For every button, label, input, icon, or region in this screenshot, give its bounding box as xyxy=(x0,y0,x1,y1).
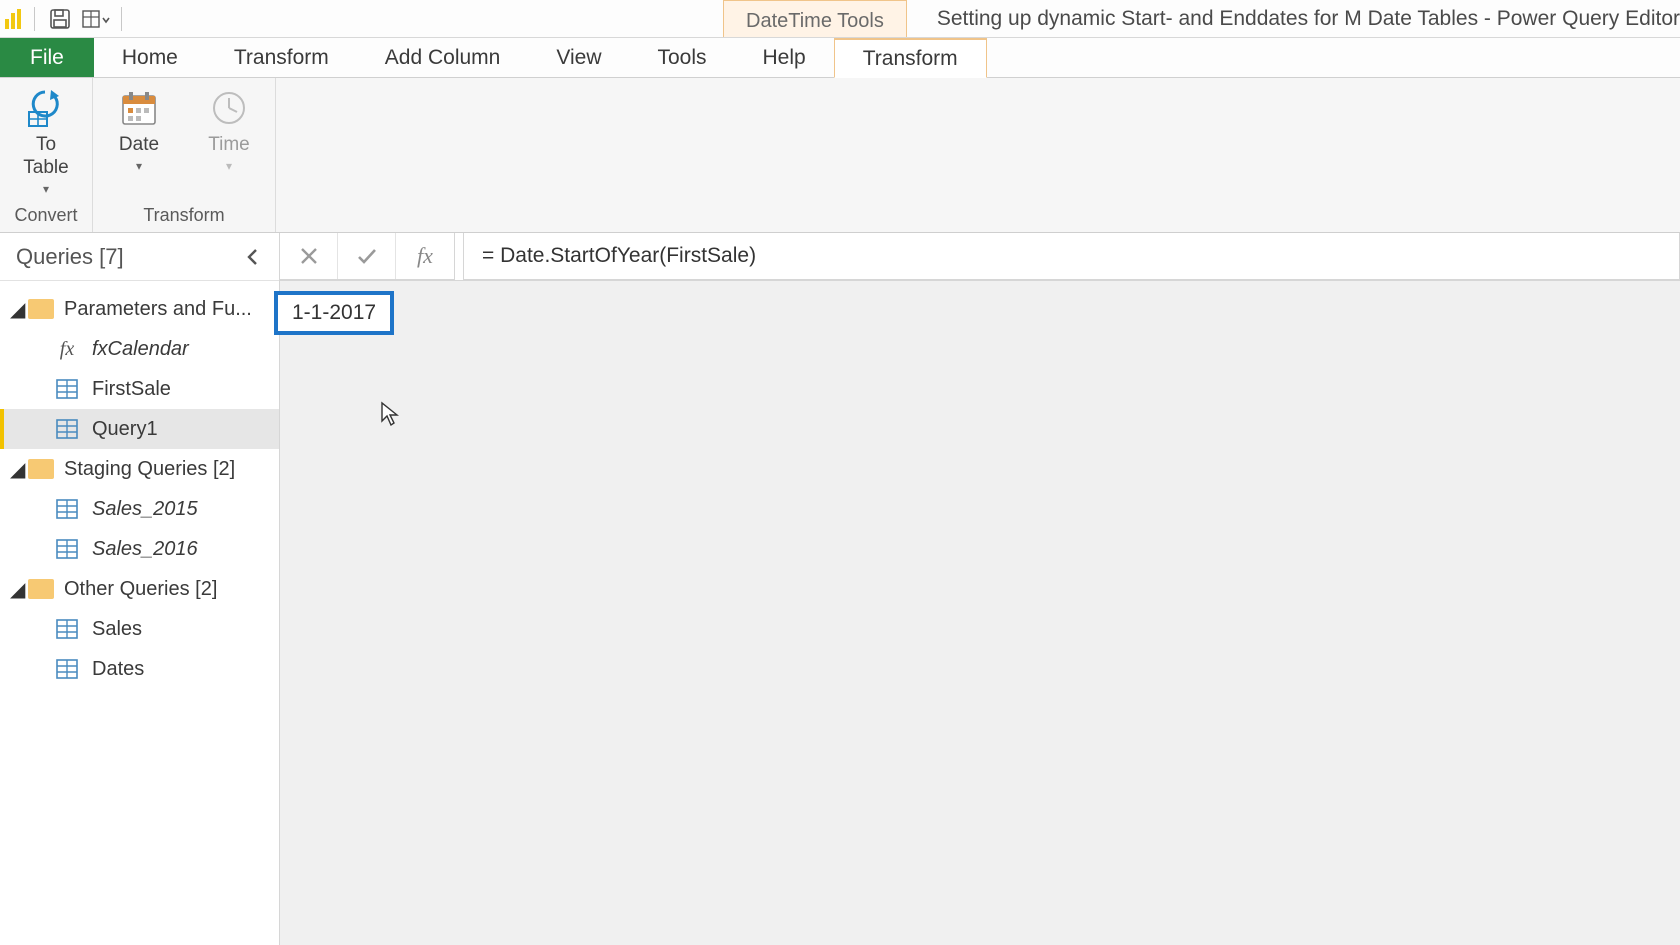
tab-datetime-transform-label: Transform xyxy=(863,47,958,71)
query-item-label: Sales xyxy=(92,618,142,641)
query-item-sales[interactable]: Sales xyxy=(0,609,279,649)
query-item-query1[interactable]: Query1 xyxy=(0,409,279,449)
queries-pane: Queries [7] ◢ Parameters and Fu... fx fx… xyxy=(0,233,280,945)
query-group-staging[interactable]: ◢ Staging Queries [2] xyxy=(0,449,279,489)
query-item-label: Sales_2015 xyxy=(92,498,198,521)
tab-file[interactable]: File xyxy=(0,38,94,77)
tab-tools[interactable]: Tools xyxy=(629,38,734,77)
queries-header-label: Queries [7] xyxy=(16,244,124,270)
tab-help[interactable]: Help xyxy=(735,38,834,77)
query-item-sales2016[interactable]: Sales_2016 xyxy=(0,529,279,569)
main-area: Queries [7] ◢ Parameters and Fu... fx fx… xyxy=(0,233,1680,945)
chevron-down-icon: ◢ xyxy=(10,577,28,602)
window-title: Setting up dynamic Start- and Enddates f… xyxy=(907,0,1680,37)
chevron-down-icon: ◢ xyxy=(10,457,28,482)
title-bar: DateTime Tools Setting up dynamic Start-… xyxy=(0,0,1680,38)
query-item-dates[interactable]: Dates xyxy=(0,649,279,689)
date-button[interactable]: Date ▾ xyxy=(103,86,175,173)
query-group-label: Parameters and Fu... xyxy=(64,298,252,321)
ribbon: To Table ▾ Convert Date ▾ Time ▾ Tran xyxy=(0,78,1680,233)
query-item-fxcalendar[interactable]: fx fxCalendar xyxy=(0,329,279,369)
table-icon xyxy=(54,498,80,520)
tab-file-label: File xyxy=(30,46,64,70)
cancel-formula-button[interactable] xyxy=(280,233,338,279)
content-area: fx = Date.StartOfYear(FirstSale) 1-1-201… xyxy=(280,233,1680,945)
tab-tools-label: Tools xyxy=(657,46,706,70)
query-item-label: Query1 xyxy=(92,418,158,441)
mouse-cursor-icon xyxy=(380,401,400,427)
ribbon-group-convert-label: Convert xyxy=(10,201,82,228)
tab-home-label: Home xyxy=(122,46,178,70)
query-item-label: Dates xyxy=(92,658,144,681)
tab-view[interactable]: View xyxy=(528,38,629,77)
formula-input[interactable]: = Date.StartOfYear(FirstSale) xyxy=(463,233,1680,280)
ribbon-group-transform-label: Transform xyxy=(103,201,265,228)
ribbon-tabs: File Home Transform Add Column View Tool… xyxy=(0,38,1680,78)
folder-icon xyxy=(28,299,54,319)
to-table-icon xyxy=(24,86,68,130)
table-icon xyxy=(54,378,80,400)
fx-button[interactable]: fx xyxy=(396,233,454,279)
table-icon xyxy=(54,538,80,560)
folder-icon xyxy=(28,459,54,479)
commit-formula-button[interactable] xyxy=(338,233,396,279)
result-preview: 1-1-2017 xyxy=(280,281,1680,945)
qat-divider-2 xyxy=(121,7,122,31)
query-item-label: FirstSale xyxy=(92,378,171,401)
tab-datetime-transform[interactable]: Transform xyxy=(834,38,987,78)
ribbon-group-transform: Date ▾ Time ▾ Transform xyxy=(93,78,276,232)
table-icon xyxy=(54,618,80,640)
tab-home[interactable]: Home xyxy=(94,38,206,77)
chevron-down-icon: ◢ xyxy=(10,297,28,322)
date-label: Date xyxy=(119,134,159,157)
collapse-pane-button[interactable] xyxy=(237,244,269,270)
query-item-label: Sales_2016 xyxy=(92,538,198,561)
function-icon: fx xyxy=(54,338,80,360)
formula-bar-buttons: fx xyxy=(280,233,455,280)
tab-transform[interactable]: Transform xyxy=(206,38,357,77)
tab-view-label: View xyxy=(556,46,601,70)
qat-divider xyxy=(34,7,35,31)
query-group-other[interactable]: ◢ Other Queries [2] xyxy=(0,569,279,609)
clock-icon xyxy=(207,86,251,130)
query-group-label: Other Queries [2] xyxy=(64,578,217,601)
queries-header: Queries [7] xyxy=(0,233,279,281)
time-dropdown-icon: ▾ xyxy=(226,159,232,173)
app-icon xyxy=(4,8,24,30)
save-button[interactable] xyxy=(45,4,75,34)
result-value: 1-1-2017 xyxy=(292,301,376,324)
date-dropdown-icon: ▾ xyxy=(136,159,142,173)
folder-icon xyxy=(28,579,54,599)
tab-add-column-label: Add Column xyxy=(385,46,501,70)
query-item-firstsale[interactable]: FirstSale xyxy=(0,369,279,409)
contextual-tab-label: DateTime Tools xyxy=(746,10,884,33)
formula-bar: fx = Date.StartOfYear(FirstSale) xyxy=(280,233,1680,281)
undo-dropdown-button[interactable] xyxy=(81,4,111,34)
to-table-button[interactable]: To Table ▾ xyxy=(10,86,82,196)
queries-tree: ◢ Parameters and Fu... fx fxCalendar Fir… xyxy=(0,281,279,697)
tab-help-label: Help xyxy=(763,46,806,70)
table-icon xyxy=(54,418,80,440)
to-table-label: To Table xyxy=(23,134,68,180)
tab-add-column[interactable]: Add Column xyxy=(357,38,529,77)
quick-access-toolbar xyxy=(0,0,130,37)
contextual-tab-header: DateTime Tools xyxy=(723,0,907,37)
tab-transform-label: Transform xyxy=(234,46,329,70)
query-item-sales2015[interactable]: Sales_2015 xyxy=(0,489,279,529)
query-item-label: fxCalendar xyxy=(92,338,189,361)
to-table-dropdown-icon: ▾ xyxy=(43,182,49,196)
calendar-icon xyxy=(117,86,161,130)
time-label: Time xyxy=(208,134,250,157)
query-group-label: Staging Queries [2] xyxy=(64,458,235,481)
time-button: Time ▾ xyxy=(193,86,265,173)
result-value-cell[interactable]: 1-1-2017 xyxy=(274,291,394,335)
table-icon xyxy=(54,658,80,680)
ribbon-group-convert: To Table ▾ Convert xyxy=(0,78,93,232)
formula-text: = Date.StartOfYear(FirstSale) xyxy=(482,244,756,268)
query-group-parameters[interactable]: ◢ Parameters and Fu... xyxy=(0,289,279,329)
